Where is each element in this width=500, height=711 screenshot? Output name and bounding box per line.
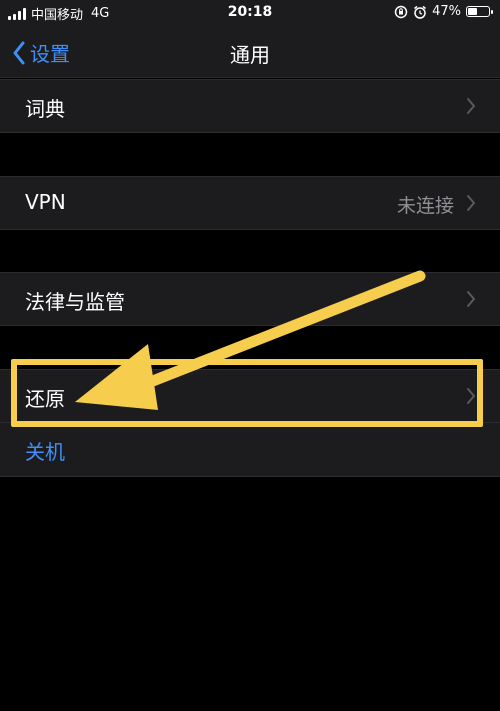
- annotation-arrow-icon: [75, 270, 426, 410]
